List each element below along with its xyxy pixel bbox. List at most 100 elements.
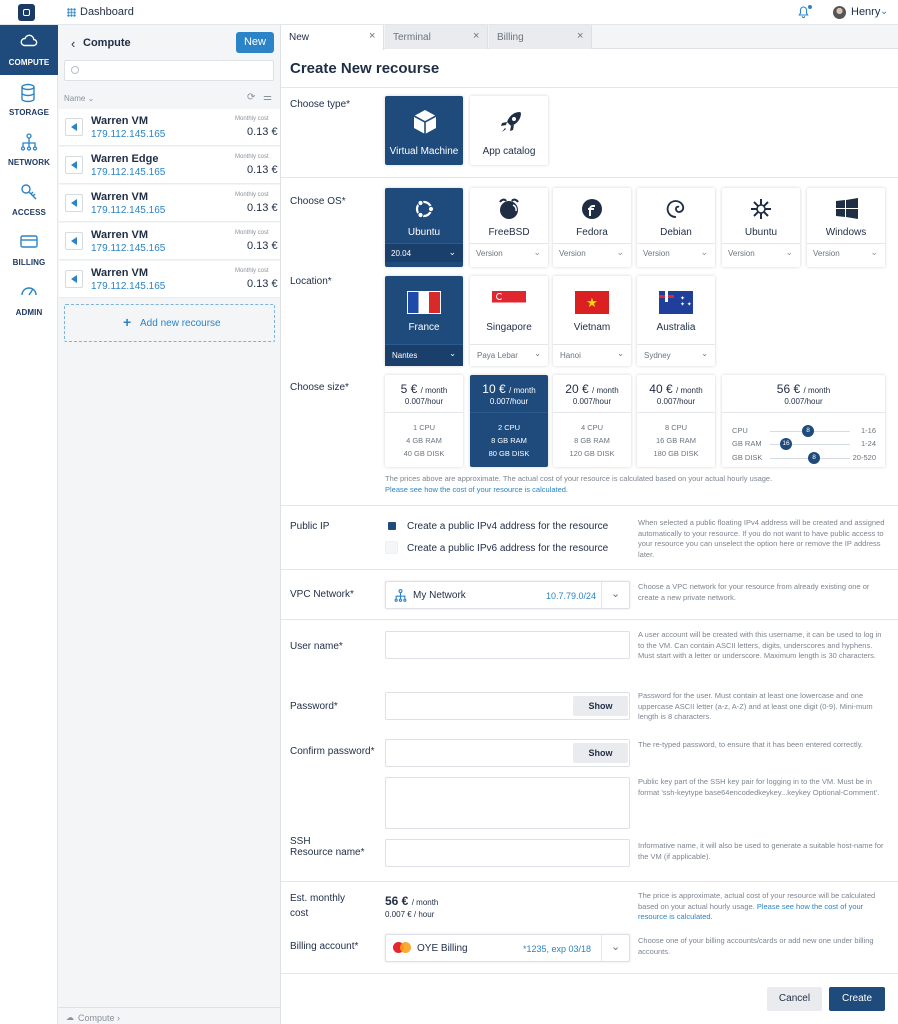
city-select[interactable]: Hanoi ⌄ — [553, 344, 631, 366]
os-option-ubuntu-alt[interactable]: Ubuntu Version ⌄ — [722, 188, 800, 267]
type-app-catalog[interactable]: App catalog — [470, 96, 548, 165]
chevron-down-icon: ⌄ — [785, 247, 793, 257]
ipv4-checkbox[interactable] — [385, 519, 398, 532]
os-name: Windows — [825, 227, 867, 238]
city-select[interactable]: Paya Lebar ⌄ — [470, 344, 548, 366]
close-icon[interactable]: × — [473, 30, 479, 42]
size-hourly: 0.007/hour — [572, 397, 612, 406]
location-australia[interactable]: ✦ ✦ ✦ Australia Sydney ⌄ — [637, 276, 715, 366]
slider-thumb[interactable]: 8 — [808, 452, 820, 464]
version-select[interactable]: Version ⌄ — [637, 243, 715, 262]
column-header-name[interactable]: Name ⌄ — [64, 94, 94, 103]
resource-name-help: Informative name, it will also be used t… — [638, 841, 884, 861]
item-ip[interactable]: 179.112.145.165 — [91, 129, 165, 140]
nav-item-network[interactable]: NETWORK — [0, 125, 58, 175]
slider-thumb[interactable]: 16 — [780, 438, 792, 450]
size-price: 56 € / month — [722, 382, 885, 396]
refresh-icon[interactable]: ⟳ — [247, 92, 255, 103]
list-item[interactable]: Warren VM 179.112.145.165 Monthly cost 0.13… — [59, 185, 280, 222]
est-cost-label-line1: Est. monthly — [290, 893, 346, 904]
nav-item-storage[interactable]: STORAGE — [0, 75, 58, 125]
tab-terminal[interactable]: Terminal × — [385, 25, 488, 49]
version-select[interactable]: Version ⌄ — [470, 243, 548, 262]
nav-label: NETWORK — [7, 158, 51, 167]
slider-label: GB DISK — [732, 453, 763, 462]
app-logo[interactable] — [18, 4, 35, 21]
close-icon[interactable]: × — [369, 30, 375, 42]
version-select[interactable]: Version ⌄ — [722, 243, 800, 262]
size-option-40[interactable]: 40 € / month 0.007/hour 8 CPU 16 GB RAM … — [637, 375, 715, 467]
size-label: Choose size* — [290, 382, 349, 393]
city-select[interactable]: Sydney ⌄ — [637, 344, 715, 366]
type-label-text: App catalog — [482, 146, 536, 157]
nav-item-access[interactable]: ACCESS — [0, 175, 58, 225]
chevron-down-icon: ⌄ — [617, 349, 624, 358]
search-icon — [71, 66, 79, 74]
chevron-down-icon[interactable]: ⌄ — [880, 6, 888, 17]
slider-thumb[interactable]: 8 — [802, 425, 814, 437]
size-option-custom[interactable]: 56 € / month 0.007/hour CPU 8 1-16 GB RAM 16… — [722, 375, 885, 467]
password-input[interactable]: Show — [385, 692, 630, 720]
column-name-label: Name — [64, 94, 86, 103]
resource-name-input[interactable] — [385, 839, 630, 867]
os-option-windows[interactable]: Windows Version ⌄ — [807, 188, 885, 267]
avatar[interactable] — [833, 6, 846, 19]
item-ip[interactable]: 179.112.145.165 — [91, 167, 165, 178]
slider-range: 1-16 — [860, 426, 876, 435]
size-option-20[interactable]: 20 € / month 0.007/hour 4 CPU 8 GB RAM 1… — [553, 375, 631, 467]
monthly-cost-label: Monthly cost — [235, 154, 269, 160]
user-name[interactable]: Henry — [851, 6, 880, 18]
create-button[interactable]: Create — [829, 987, 885, 1011]
nav-item-billing[interactable]: BILLING — [0, 225, 58, 275]
tab-new[interactable]: New × — [281, 25, 384, 50]
size-option-5[interactable]: 5 € / month 0.007/hour 1 CPU 4 GB RAM 40… — [385, 375, 463, 467]
os-option-fedora[interactable]: Fedora Version ⌄ — [553, 188, 631, 267]
billing-account-select[interactable]: OYE Billing *1235, exp 03/18 ⌄ — [385, 934, 630, 962]
show-password-button[interactable]: Show — [573, 696, 628, 716]
version-select[interactable]: Version ⌄ — [807, 243, 885, 262]
version-select[interactable]: Version ⌄ — [553, 243, 631, 262]
list-item[interactable]: Warren VM 179.112.145.165 Monthly cost 0.13… — [59, 261, 280, 298]
list-item[interactable]: Warren VM 179.112.145.165 Monthly cost 0.13… — [59, 109, 280, 146]
show-confirm-button[interactable]: Show — [573, 743, 628, 763]
item-ip[interactable]: 179.112.145.165 — [91, 205, 165, 216]
item-ip[interactable]: 179.112.145.165 — [91, 243, 165, 254]
divider — [281, 177, 898, 178]
new-button[interactable]: New — [236, 32, 274, 53]
vm-icon — [65, 194, 83, 212]
cancel-button[interactable]: Cancel — [767, 987, 822, 1011]
nav-item-admin[interactable]: ADMIN — [0, 275, 58, 325]
confirm-password-input[interactable]: Show — [385, 739, 630, 767]
os-option-ubuntu[interactable]: Ubuntu 20.04 ⌄ — [385, 188, 463, 267]
tab-billing[interactable]: Billing × — [489, 25, 592, 49]
search-input[interactable] — [64, 60, 274, 81]
grid-icon[interactable] — [67, 8, 76, 17]
chevron-down-icon: ⌄ — [449, 349, 456, 358]
city-select[interactable]: Nantes ⌄ — [385, 344, 463, 366]
back-arrow-icon[interactable]: ‹ — [71, 36, 75, 51]
close-icon[interactable]: × — [577, 30, 583, 42]
os-option-debian[interactable]: Debian Version ⌄ — [637, 188, 715, 267]
ipv6-checkbox[interactable] — [385, 541, 398, 554]
size-cost-link[interactable]: Please see how the cost of your resource… — [385, 485, 845, 496]
dashboard-link[interactable]: Dashboard — [80, 6, 134, 18]
os-option-freebsd[interactable]: FreeBSD Version ⌄ — [470, 188, 548, 267]
list-item[interactable]: Warren VM 179.112.145.165 Monthly cost 0.13… — [59, 223, 280, 260]
vpc-select[interactable]: My Network 10.7.79.0/24 ⌄ — [385, 581, 630, 609]
location-vietnam[interactable]: ★ Vietnam Hanoi ⌄ — [553, 276, 631, 366]
item-ip[interactable]: 179.112.145.165 — [91, 281, 165, 292]
nav-item-compute[interactable]: COMPUTE — [0, 25, 58, 75]
ssh-key-textarea[interactable] — [385, 777, 630, 829]
list-item[interactable]: Warren Edge 179.112.145.165 Monthly cost 0.… — [59, 147, 280, 184]
version-select[interactable]: 20.04 ⌄ — [385, 243, 463, 262]
filter-icon[interactable]: ⚌ — [263, 92, 272, 103]
size-hourly: 0.007/hour — [656, 397, 696, 406]
location-singapore[interactable]: Singapore Paya Lebar ⌄ — [470, 276, 548, 366]
username-input[interactable] — [385, 631, 630, 659]
breadcrumb-item[interactable]: Compute › — [78, 1013, 120, 1023]
type-virtual-machine[interactable]: Virtual Machine — [385, 96, 463, 165]
size-option-10[interactable]: 10 € / month 0.007/hour 2 CPU 8 GB RAM 8… — [470, 375, 548, 467]
add-new-resource-button[interactable]: + Add new recourse — [64, 304, 275, 342]
location-france[interactable]: France Nantes ⌄ — [385, 276, 463, 366]
size-hourly: 0.007/hour — [404, 397, 444, 406]
